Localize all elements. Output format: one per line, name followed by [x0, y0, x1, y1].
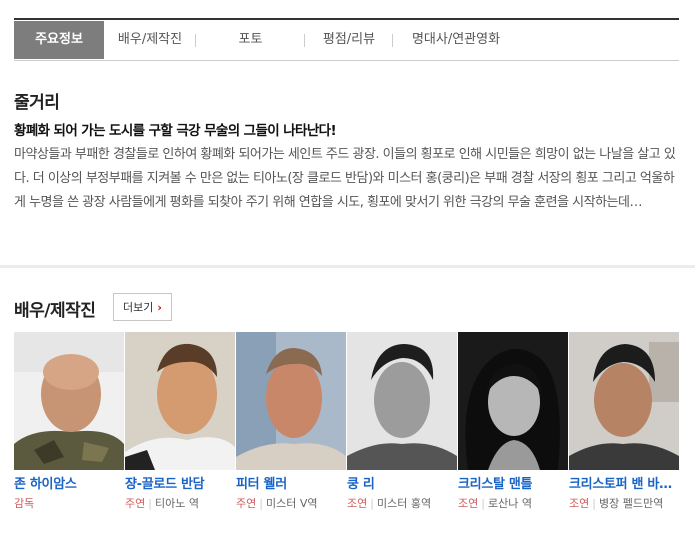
synopsis-title: 줄거리: [14, 93, 60, 113]
cast-photo[interactable]: [125, 332, 235, 470]
cast-name[interactable]: 쿵 리: [347, 473, 455, 492]
tab-label: 배우/제작진: [117, 32, 183, 47]
cast-role-type: 조연: [458, 497, 479, 510]
cast-name[interactable]: 크리스토퍼 밴 바렌버그: [569, 473, 677, 492]
chevron-right-icon: ›: [157, 300, 162, 314]
cast-name[interactable]: 크리스탈 맨틀: [458, 473, 566, 492]
cast-photo[interactable]: [569, 332, 679, 470]
cast-section-title: 배우/제작진: [14, 301, 96, 321]
cast-role-type: 주연: [125, 497, 146, 510]
synopsis-body: 마약상들과 부패한 경찰들로 인하여 황폐화 되어가는 세인트 주드 광장. 이…: [14, 147, 676, 210]
cast-name[interactable]: 피터 웰러: [236, 473, 344, 492]
tab-label: 명대사/연관영화: [411, 32, 501, 47]
person-portrait-icon: [347, 332, 457, 470]
tab-cast-crew[interactable]: 배우/제작진: [104, 21, 196, 59]
cast-role: 주연 | 미스터 V역: [236, 494, 344, 514]
cast-list: 존 하이암스 감독 쟝-끌로드 반담 주연 | 티아노 역 피터 웰러 주연 |…: [14, 332, 680, 542]
role-separator: |: [259, 497, 263, 510]
role-separator: |: [148, 497, 152, 510]
role-separator: |: [592, 497, 596, 510]
tab-label: 포토: [238, 32, 263, 47]
cast-role: 조연 | 병장 펠드만역: [569, 494, 677, 514]
more-button[interactable]: 더보기 ›: [113, 293, 172, 321]
tab-photo[interactable]: 포토: [196, 21, 305, 59]
person-portrait-icon: [236, 332, 346, 470]
cast-role: 조연 | 미스터 홍역: [347, 494, 455, 514]
cast-card: 쿵 리 조연 | 미스터 홍역: [347, 332, 458, 542]
cast-role-character: 로산나 역: [487, 497, 532, 510]
tab-label: 평점/리뷰: [322, 32, 376, 47]
cast-photo[interactable]: [236, 332, 346, 470]
person-portrait-icon: [458, 332, 568, 470]
cast-role-type: 주연: [236, 497, 257, 510]
cast-role: 조연 | 로산나 역: [458, 494, 566, 514]
cast-card: 크리스토퍼 밴 바렌버그 조연|병장 펠드만역: [569, 332, 680, 542]
cast-role-type: 감독: [14, 497, 35, 510]
cast-role-character: 병장 펠드만역: [598, 497, 664, 510]
section-divider: [0, 265, 695, 268]
cast-role-character: 티아노 역: [154, 497, 199, 510]
cast-role: 주연 | 티아노 역: [125, 494, 233, 514]
cast-photo[interactable]: [458, 332, 568, 470]
cast-photo[interactable]: [347, 332, 457, 470]
cast-card: 피터 웰러 주연 | 미스터 V역: [236, 332, 347, 542]
tab-rating-review[interactable]: 평점/리뷰: [305, 21, 393, 59]
cast-card: 크리스탈 맨틀 조연 | 로산나 역: [458, 332, 569, 542]
person-portrait-icon: [14, 332, 124, 470]
cast-role: 감독: [14, 494, 122, 514]
tab-main-info[interactable]: 주요정보: [14, 21, 104, 59]
role-separator: |: [481, 497, 485, 510]
tab-bar: 주요정보 배우/제작진 포토 평점/리뷰 명대사/연관영화: [14, 18, 679, 61]
cast-name[interactable]: 존 하이암스: [14, 473, 122, 492]
role-separator: |: [370, 497, 374, 510]
synopsis-headline: 황폐화 되어 가는 도시를 구할 극강 무술의 그들이 나타난다!: [14, 123, 337, 139]
cast-photo[interactable]: [14, 332, 124, 470]
person-portrait-icon: [569, 332, 679, 470]
cast-role-type: 조연: [569, 497, 590, 510]
cast-card: 존 하이암스 감독: [14, 332, 125, 542]
person-portrait-icon: [125, 332, 235, 470]
cast-role-character: 미스터 V역: [265, 497, 318, 510]
tab-quotes-related[interactable]: 명대사/연관영화: [393, 21, 519, 59]
cast-role-type: 조연: [347, 497, 368, 510]
cast-role-character: 미스터 홍역: [376, 497, 432, 510]
cast-card: 쟝-끌로드 반담 주연 | 티아노 역: [125, 332, 236, 542]
more-label: 더보기: [123, 301, 154, 314]
cast-name[interactable]: 쟝-끌로드 반담: [125, 473, 233, 492]
tab-label: 주요정보: [35, 32, 83, 47]
